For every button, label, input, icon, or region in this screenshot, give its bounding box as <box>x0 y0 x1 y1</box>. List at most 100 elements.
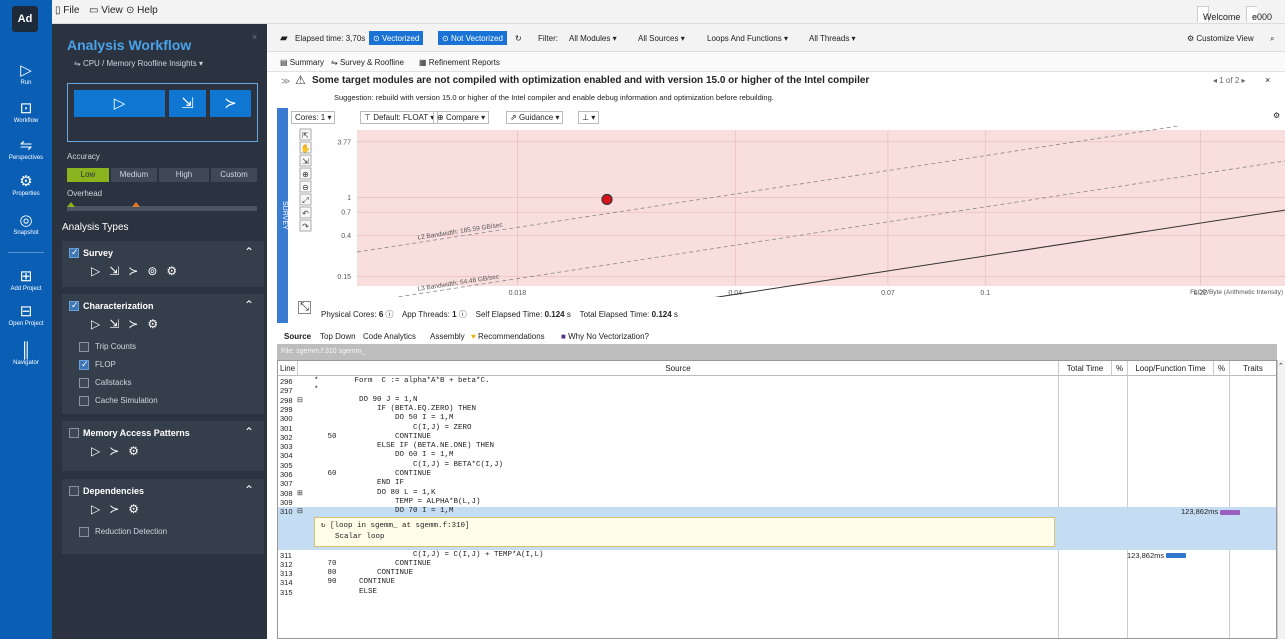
tab-source[interactable]: Source <box>284 332 311 341</box>
default-float-dropdown[interactable]: ⊤ Default: FLOAT ▾ <box>360 111 439 124</box>
col-loop-pct[interactable]: % <box>1214 361 1230 376</box>
compare-dropdown[interactable]: ⊕ Compare ▾ <box>433 111 490 124</box>
col-loop-time[interactable]: Loop/Function Time <box>1128 361 1214 376</box>
tab-why-no-vectorization[interactable]: ■ Why No Vectorization? <box>561 332 649 341</box>
undo-icon[interactable]: ↶ <box>299 206 312 219</box>
table-row[interactable]: 312 70 CONTINUE <box>278 560 1276 570</box>
close-icon[interactable]: × <box>252 32 257 42</box>
col-line[interactable]: Line <box>278 361 298 376</box>
threads-filter[interactable]: All Threads ▾ <box>809 34 856 43</box>
accuracy-low[interactable]: Low <box>67 168 109 182</box>
col-total-pct[interactable]: % <box>1112 361 1128 376</box>
nav-workflow[interactable]: ⊡ Workflow <box>0 100 52 124</box>
option-checkbox[interactable] <box>79 527 89 537</box>
settings-icon[interactable]: ⚙ <box>147 317 167 331</box>
table-row[interactable]: 315 ELSE <box>278 588 1276 598</box>
step-icon[interactable]: ⇲ <box>109 317 128 331</box>
run-icon[interactable]: ▷ <box>91 444 109 458</box>
expand-icon[interactable]: ⤡ <box>298 301 311 314</box>
section-header[interactable]: Memory Access Patterns ⌃ <box>62 421 264 445</box>
snapshot-icon[interactable]: ▰ <box>280 33 288 44</box>
command-icon[interactable]: ≻ <box>128 317 147 331</box>
grid-scrollbar[interactable]: ⌃ <box>1277 360 1285 639</box>
tab-summary[interactable]: ▤ Summary <box>280 58 324 67</box>
section-checkbox[interactable] <box>69 247 79 258</box>
nav-properties[interactable]: ⚙ Properties <box>0 173 52 197</box>
settings-icon[interactable]: ⚙ <box>166 264 186 278</box>
settings-icon[interactable]: ⚙ <box>1273 111 1280 120</box>
run-icon[interactable]: ▷ <box>91 317 109 331</box>
export-dropdown[interactable]: ⊥ ▾ <box>578 111 600 124</box>
run-icon[interactable]: ▷ <box>91 502 109 516</box>
col-traits[interactable]: Traits <box>1230 361 1276 376</box>
customize-view-button[interactable]: ⚙ Customize View <box>1187 34 1254 43</box>
col-source[interactable]: Source <box>298 361 1059 376</box>
fold-icon[interactable]: ⊟ <box>297 507 303 517</box>
command-icon[interactable]: ≻ <box>109 444 128 458</box>
table-row[interactable]: 299 IF (BETA.EQ.ZERO) THEN <box>278 405 1276 415</box>
search-icon[interactable]: ⌕ <box>1270 34 1274 44</box>
redo-icon[interactable]: ↷ <box>299 219 312 232</box>
table-row[interactable]: 301 C(I,J) = ZERO <box>278 424 1276 434</box>
cores-dropdown[interactable]: Cores: 1 ▾ <box>291 111 336 124</box>
zoom-in-icon[interactable]: ⊕ <box>299 167 312 180</box>
refresh-icon[interactable]: ↻ <box>515 34 522 43</box>
fold-icon[interactable]: ⊞ <box>297 489 303 499</box>
accuracy-medium[interactable]: Medium <box>111 168 157 182</box>
tab-welcome[interactable]: Welcome × <box>1197 6 1240 22</box>
select-icon[interactable]: ⇱ <box>299 128 312 141</box>
workflow-subtitle[interactable]: ⇋ CPU / Memory Roofline Insights ▾ <box>74 59 203 68</box>
section-header[interactable]: Characterization ⌃ <box>62 294 264 318</box>
tab-assembly[interactable]: Assembly <box>430 332 465 341</box>
zoom-out-icon[interactable]: ⊖ <box>299 180 312 193</box>
table-row[interactable]: 300 DO 50 I = 1,M <box>278 414 1276 424</box>
tab-refinement-reports[interactable]: ▦ Refinement Reports <box>419 58 500 67</box>
table-row[interactable]: 303 ELSE IF (BETA.NE.ONE) THEN <box>278 442 1276 452</box>
modules-filter[interactable]: All Modules ▾ <box>569 34 617 43</box>
command-icon[interactable]: ≻ <box>109 502 128 516</box>
table-row[interactable]: 302 50 CONTINUE <box>278 433 1276 443</box>
zoom-fit-icon[interactable]: ⤢ <box>299 193 312 206</box>
chevron-up-icon[interactable]: ⌃ <box>244 425 254 439</box>
table-row[interactable]: 314 90 CONTINUE <box>278 578 1276 588</box>
tab-top-down[interactable]: Top Down <box>320 332 356 341</box>
table-row[interactable]: 297 * <box>278 386 1276 396</box>
settings-icon[interactable]: ⚙ <box>128 444 148 458</box>
chevron-up-icon[interactable]: ⌃ <box>244 483 254 497</box>
nav-navigator[interactable]: ║ Navigator <box>0 342 52 366</box>
section-header[interactable]: Dependencies ⌃ <box>62 479 264 503</box>
step-icon[interactable]: ⇲ <box>109 264 128 278</box>
run-icon[interactable]: ▷ <box>91 264 109 278</box>
file-menu[interactable]: ▯ File <box>55 5 79 16</box>
table-row[interactable]: 313 80 CONTINUE <box>278 569 1276 579</box>
table-row[interactable]: 307 END IF <box>278 479 1276 489</box>
option-checkbox[interactable] <box>79 359 89 370</box>
table-row[interactable]: 308 ⊞ DO 80 L = 1,K <box>278 489 1276 499</box>
section-checkbox[interactable] <box>69 428 79 438</box>
table-row[interactable]: 310 ⊟ DO 70 I = 1,M 123,862ms <box>278 507 1276 517</box>
table-row[interactable]: 298 ⊟ DO 90 J = 1,N <box>278 396 1276 406</box>
tab-survey-roofline[interactable]: ⇋ Survey & Roofline <box>331 58 404 67</box>
accuracy-custom[interactable]: Custom <box>211 168 257 182</box>
section-header[interactable]: Survey ⌃ <box>62 241 264 265</box>
option-checkbox[interactable] <box>79 342 89 352</box>
table-row[interactable]: 306 60 CONTINUE <box>278 470 1276 480</box>
nav-snapshot[interactable]: ◎ Snapshot <box>0 212 52 236</box>
table-row[interactable]: 305 C(I,J) = BETA*C(I,J) <box>278 461 1276 471</box>
tab-recommendations[interactable]: ♥ Recommendations <box>471 332 545 341</box>
table-row[interactable]: 304 DO 60 I = 1,M <box>278 451 1276 461</box>
not-vectorized-toggle[interactable]: ⊙ Not Vectorized <box>438 31 507 45</box>
command-icon[interactable]: ≻ <box>128 264 147 278</box>
loop-point[interactable] <box>601 193 613 206</box>
close-icon[interactable]: × <box>1265 75 1270 85</box>
tab-e000[interactable]: e000 × <box>1246 6 1272 22</box>
table-row[interactable]: 309 TEMP = ALPHA*B(L,J) <box>278 498 1276 508</box>
nav-add-project[interactable]: ⊞ Add Project <box>0 268 52 292</box>
nav-open-project[interactable]: ⊟ Open Project <box>0 303 52 327</box>
section-checkbox[interactable] <box>69 486 79 496</box>
vectorized-toggle[interactable]: ⊙ Vectorized <box>369 31 424 45</box>
roofline-chart[interactable]: ⇱✋⇲⊕⊖⤢↶↷ 0.018 0.04 0.07 0.1 0.223.7710.70.4… <box>296 126 1285 297</box>
chevron-up-icon[interactable]: ⌃ <box>244 298 254 312</box>
table-row[interactable]: 311 C(I,J) = C(I,J) + TEMP*A(I,L) 123,862… <box>278 551 1276 561</box>
fold-icon[interactable]: ⊟ <box>297 396 303 406</box>
